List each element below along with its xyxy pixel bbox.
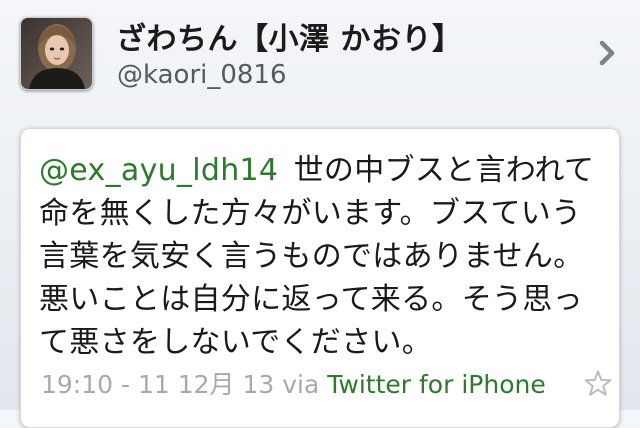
tweet-card: @ex_ayu_ldh14 世の中ブスと言われて命を無くした方々がいます。ブスて… — [20, 128, 620, 428]
display-name: ざわちん【小澤 かおり】 — [116, 22, 463, 57]
avatar[interactable] — [20, 17, 93, 90]
mention-link[interactable]: @ex_ayu_ldh14 — [39, 153, 278, 188]
chevron-right-icon[interactable] — [597, 38, 619, 68]
profile-header[interactable]: ざわちん【小澤 かおり】 @kaori_0816 — [0, 0, 640, 110]
user-handle: @kaori_0816 — [117, 60, 287, 90]
tweet-text: @ex_ayu_ldh14 世の中ブスと言われて命を無くした方々がいます。ブスて… — [39, 149, 605, 364]
via-label: via — [282, 370, 320, 399]
tweet-meta: 19:10 - 11 12月 13 via Twitter for iPhone — [41, 365, 546, 401]
tweet-timestamp: 19:10 - 11 12月 13 — [41, 370, 275, 399]
star-icon[interactable] — [583, 369, 613, 399]
client-link[interactable]: Twitter for iPhone — [327, 370, 545, 399]
